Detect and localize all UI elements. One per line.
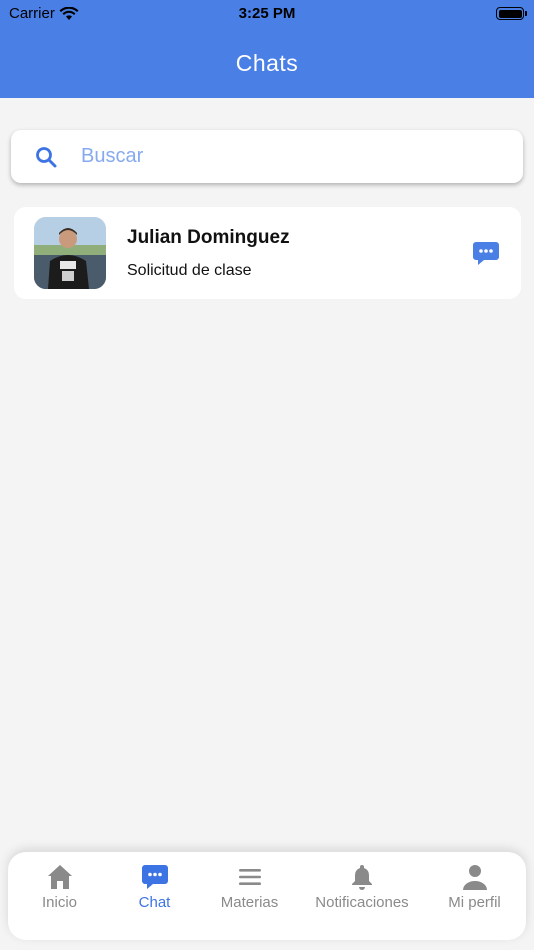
nav-item-chat[interactable]: Chat [107,852,202,911]
bell-icon [352,865,372,890]
chat-icon [141,865,168,889]
chat-preview-text: Solicitud de clase [127,262,252,279]
chat-contact-name: Julian Dominguez [127,227,290,248]
status-time: 3:25 PM [238,5,296,22]
search-bar[interactable] [11,130,523,183]
avatar-photo [34,217,106,289]
menu-icon [238,869,261,885]
nav-label-materias: Materias [220,894,279,911]
battery-icon [496,7,527,20]
nav-item-mi-perfil[interactable]: Mi perfil [427,852,522,911]
page-title: Chats [235,49,299,76]
bottom-nav: Inicio Chat Materias Notificaciones Mi p… [8,852,526,940]
avatar [34,217,106,289]
nav-label-mi-perfil: Mi perfil [448,894,501,911]
nav-label-inicio: Inicio [41,894,78,911]
status-bar: Carrier 3:25 PM [0,0,534,28]
nav-label-chat: Chat [138,894,171,911]
chat-bubble-icon[interactable] [472,239,500,267]
header: Chats [0,28,534,98]
nav-label-notificaciones: Notificaciones [315,894,409,911]
nav-item-materias[interactable]: Materias [202,852,297,911]
chat-list-item[interactable]: Julian Dominguez Solicitud de clase [14,207,521,299]
nav-item-notificaciones[interactable]: Notificaciones [297,852,427,911]
home-icon [47,865,72,889]
nav-item-inicio[interactable]: Inicio [12,852,107,911]
user-icon [462,865,487,890]
search-icon [36,147,57,168]
search-input[interactable] [81,138,507,175]
